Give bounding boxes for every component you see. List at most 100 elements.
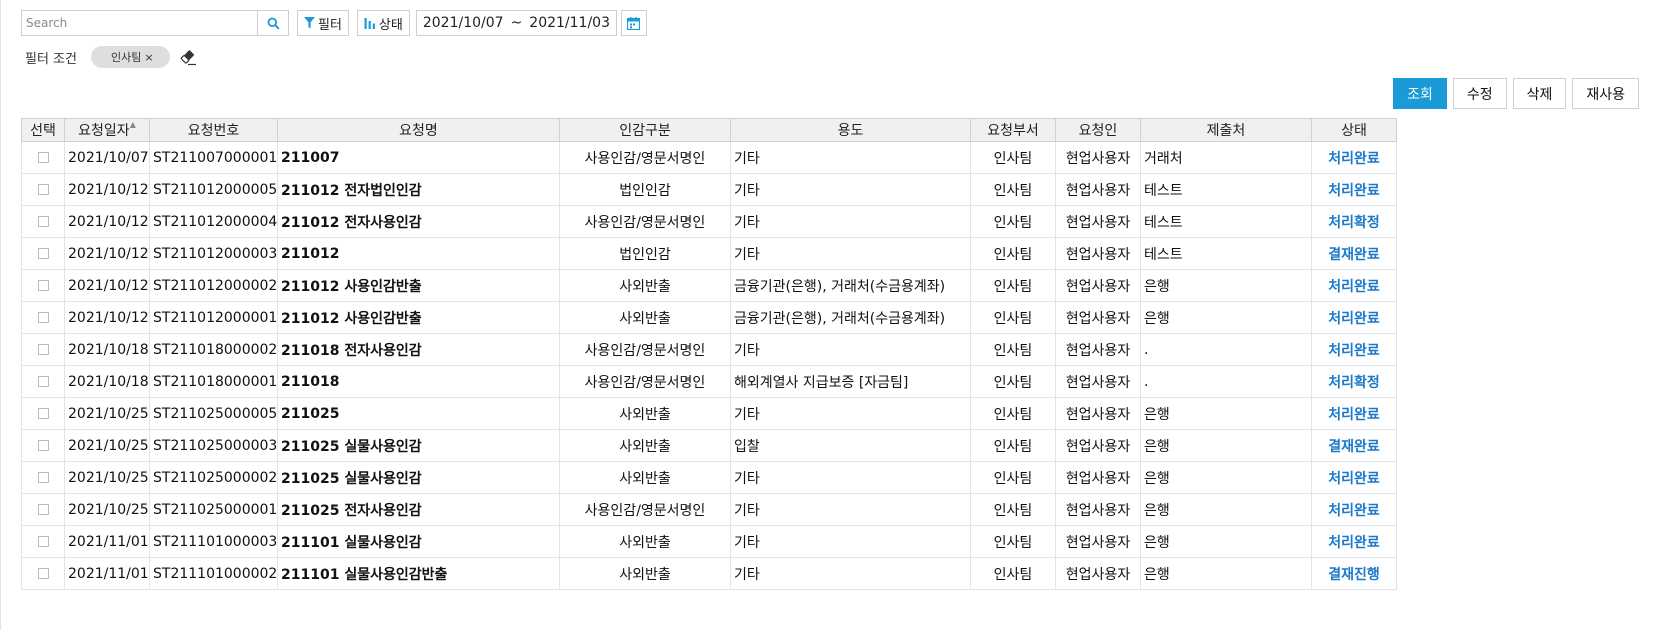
table-row[interactable]: 2021/10/25 ST211025000005 211025 사외반출 기타 인사팀 현… — [21, 397, 1397, 430]
col-dept[interactable]: 요청부서 — [970, 118, 1056, 142]
eraser-icon[interactable] — [179, 48, 198, 66]
cell-status[interactable]: 결재진행 — [1311, 557, 1397, 590]
table-row[interactable]: 2021/10/12 ST211012000005 211012 전자법인인감 법인인… — [21, 173, 1397, 206]
cell-status[interactable]: 처리확정 — [1311, 205, 1397, 238]
cell-status[interactable]: 결재완료 — [1311, 429, 1397, 462]
cell-seal-type: 사외반출 — [559, 301, 731, 334]
cell-status[interactable]: 처리완료 — [1311, 493, 1397, 526]
status-button[interactable]: 상태 — [356, 10, 410, 36]
col-submit-to[interactable]: 제출처 — [1140, 118, 1312, 142]
cell-status[interactable]: 처리완료 — [1311, 173, 1397, 206]
table-row[interactable]: 2021/10/07 ST211007000001 211007 사용인감/영문서명인… — [21, 141, 1397, 174]
chip-close-icon[interactable]: × — [144, 51, 153, 64]
cell-name[interactable]: 211012 — [277, 237, 560, 270]
col-date[interactable]: 요청일자▲ — [64, 118, 150, 142]
row-checkbox[interactable] — [37, 248, 49, 259]
cell-requester: 현업사용자 — [1055, 237, 1141, 270]
reuse-button[interactable]: 재사용 — [1572, 78, 1639, 109]
cell-number: ST211025000003 — [149, 429, 278, 462]
col-number[interactable]: 요청번호 — [149, 118, 278, 142]
col-select[interactable]: 선택 — [21, 118, 65, 142]
table-row[interactable]: 2021/10/18 ST211018000001 211018 사용인감/영문서명인… — [21, 365, 1397, 398]
row-select-cell — [21, 365, 65, 398]
edit-button[interactable]: 수정 — [1452, 78, 1507, 109]
row-checkbox[interactable] — [37, 408, 49, 419]
filter-chip[interactable]: 인사팀 × — [90, 46, 170, 68]
cell-status[interactable]: 처리완료 — [1311, 141, 1397, 174]
cell-name[interactable]: 211025 — [277, 397, 560, 430]
search-button[interactable] — [257, 11, 288, 35]
table-row[interactable]: 2021/10/25 ST211025000002 211025 실물사용인감 사외반… — [21, 461, 1397, 494]
cell-status[interactable]: 처리완료 — [1311, 333, 1397, 366]
search-box — [21, 10, 289, 36]
cell-name[interactable]: 211012 전자사용인감 — [277, 205, 560, 238]
row-checkbox[interactable] — [37, 152, 49, 163]
cell-date: 2021/10/12 — [64, 237, 150, 270]
cell-status[interactable]: 처리완료 — [1311, 301, 1397, 334]
row-checkbox[interactable] — [37, 184, 49, 195]
cell-name[interactable]: 211012 사용인감반출 — [277, 301, 560, 334]
cell-date: 2021/10/07 — [64, 141, 150, 174]
search-input[interactable] — [22, 12, 257, 34]
table-row[interactable]: 2021/10/12 ST211012000004 211012 전자사용인감 사용인… — [21, 205, 1397, 238]
filter-button[interactable]: 필터 — [297, 10, 349, 36]
cell-name[interactable]: 211025 실물사용인감 — [277, 461, 560, 494]
row-checkbox[interactable] — [37, 312, 49, 323]
cell-name[interactable]: 211101 실물사용인감반출 — [277, 557, 560, 590]
cell-name[interactable]: 211025 전자사용인감 — [277, 493, 560, 526]
col-seal-type[interactable]: 인감구분 — [559, 118, 731, 142]
cell-dept: 인사팀 — [970, 525, 1056, 558]
row-checkbox[interactable] — [37, 216, 49, 227]
cell-date: 2021/10/12 — [64, 173, 150, 206]
cell-status[interactable]: 처리완료 — [1311, 461, 1397, 494]
cell-purpose: 기타 — [730, 173, 971, 206]
row-checkbox[interactable] — [37, 504, 49, 515]
cell-date: 2021/10/18 — [64, 365, 150, 398]
cell-name[interactable]: 211018 — [277, 365, 560, 398]
row-checkbox[interactable] — [37, 568, 49, 579]
table-row[interactable]: 2021/10/25 ST211025000003 211025 실물사용인감 사외반… — [21, 429, 1397, 462]
delete-button[interactable]: 삭제 — [1512, 78, 1567, 109]
cell-seal-type: 사용인감/영문서명인 — [559, 365, 731, 398]
row-checkbox[interactable] — [37, 376, 49, 387]
table-row[interactable]: 2021/11/01 ST211101000002 211101 실물사용인감반출 사… — [21, 557, 1397, 590]
row-checkbox[interactable] — [37, 440, 49, 451]
cell-purpose: 금융기관(은행), 거래처(수금용계좌) — [730, 301, 971, 334]
cell-name[interactable]: 211007 — [277, 141, 560, 174]
row-checkbox[interactable] — [37, 344, 49, 355]
row-select-cell — [21, 205, 65, 238]
table-row[interactable]: 2021/10/12 ST211012000001 211012 사용인감반출 사외반… — [21, 301, 1397, 334]
calendar-button[interactable] — [620, 10, 647, 36]
date-range-field[interactable]: 2021/10/07 ~ 2021/11/03 — [415, 10, 617, 36]
col-requester[interactable]: 요청인 — [1055, 118, 1141, 142]
view-button[interactable]: 조회 — [1393, 78, 1447, 109]
cell-status[interactable]: 처리확정 — [1311, 365, 1397, 398]
cell-name[interactable]: 211012 사용인감반출 — [277, 269, 560, 302]
cell-dept: 인사팀 — [970, 557, 1056, 590]
table-row[interactable]: 2021/10/18 ST211018000002 211018 전자사용인감 사용인… — [21, 333, 1397, 366]
col-purpose[interactable]: 용도 — [730, 118, 971, 142]
col-status[interactable]: 상태 — [1311, 118, 1397, 142]
toolbar: 필터 상태 2021/10/07 ~ 2021/11/03 — [21, 10, 647, 36]
date-separator: ~ — [510, 15, 523, 31]
cell-date: 2021/10/25 — [64, 493, 150, 526]
cell-name[interactable]: 211018 전자사용인감 — [277, 333, 560, 366]
cell-name[interactable]: 211025 실물사용인감 — [277, 429, 560, 462]
table-row[interactable]: 2021/11/01 ST211101000003 211101 실물사용인감 사외반… — [21, 525, 1397, 558]
cell-status[interactable]: 결재완료 — [1311, 237, 1397, 270]
table-row[interactable]: 2021/10/12 ST211012000002 211012 사용인감반출 사외반… — [21, 269, 1397, 302]
cell-purpose: 기타 — [730, 141, 971, 174]
col-name[interactable]: 요청명 — [277, 118, 560, 142]
table-row[interactable]: 2021/10/25 ST211025000001 211025 전자사용인감 사용인… — [21, 493, 1397, 526]
cell-name[interactable]: 211101 실물사용인감 — [277, 525, 560, 558]
cell-status[interactable]: 처리완료 — [1311, 269, 1397, 302]
cell-number: ST211012000003 — [149, 237, 278, 270]
row-checkbox[interactable] — [37, 472, 49, 483]
status-button-label: 상태 — [378, 17, 403, 33]
table-row[interactable]: 2021/10/12 ST211012000003 211012 법인인감 기타 인사팀 현… — [21, 237, 1397, 270]
row-checkbox[interactable] — [37, 536, 49, 547]
cell-status[interactable]: 처리완료 — [1311, 525, 1397, 558]
cell-name[interactable]: 211012 전자법인인감 — [277, 173, 560, 206]
cell-status[interactable]: 처리완료 — [1311, 397, 1397, 430]
row-checkbox[interactable] — [37, 280, 49, 291]
